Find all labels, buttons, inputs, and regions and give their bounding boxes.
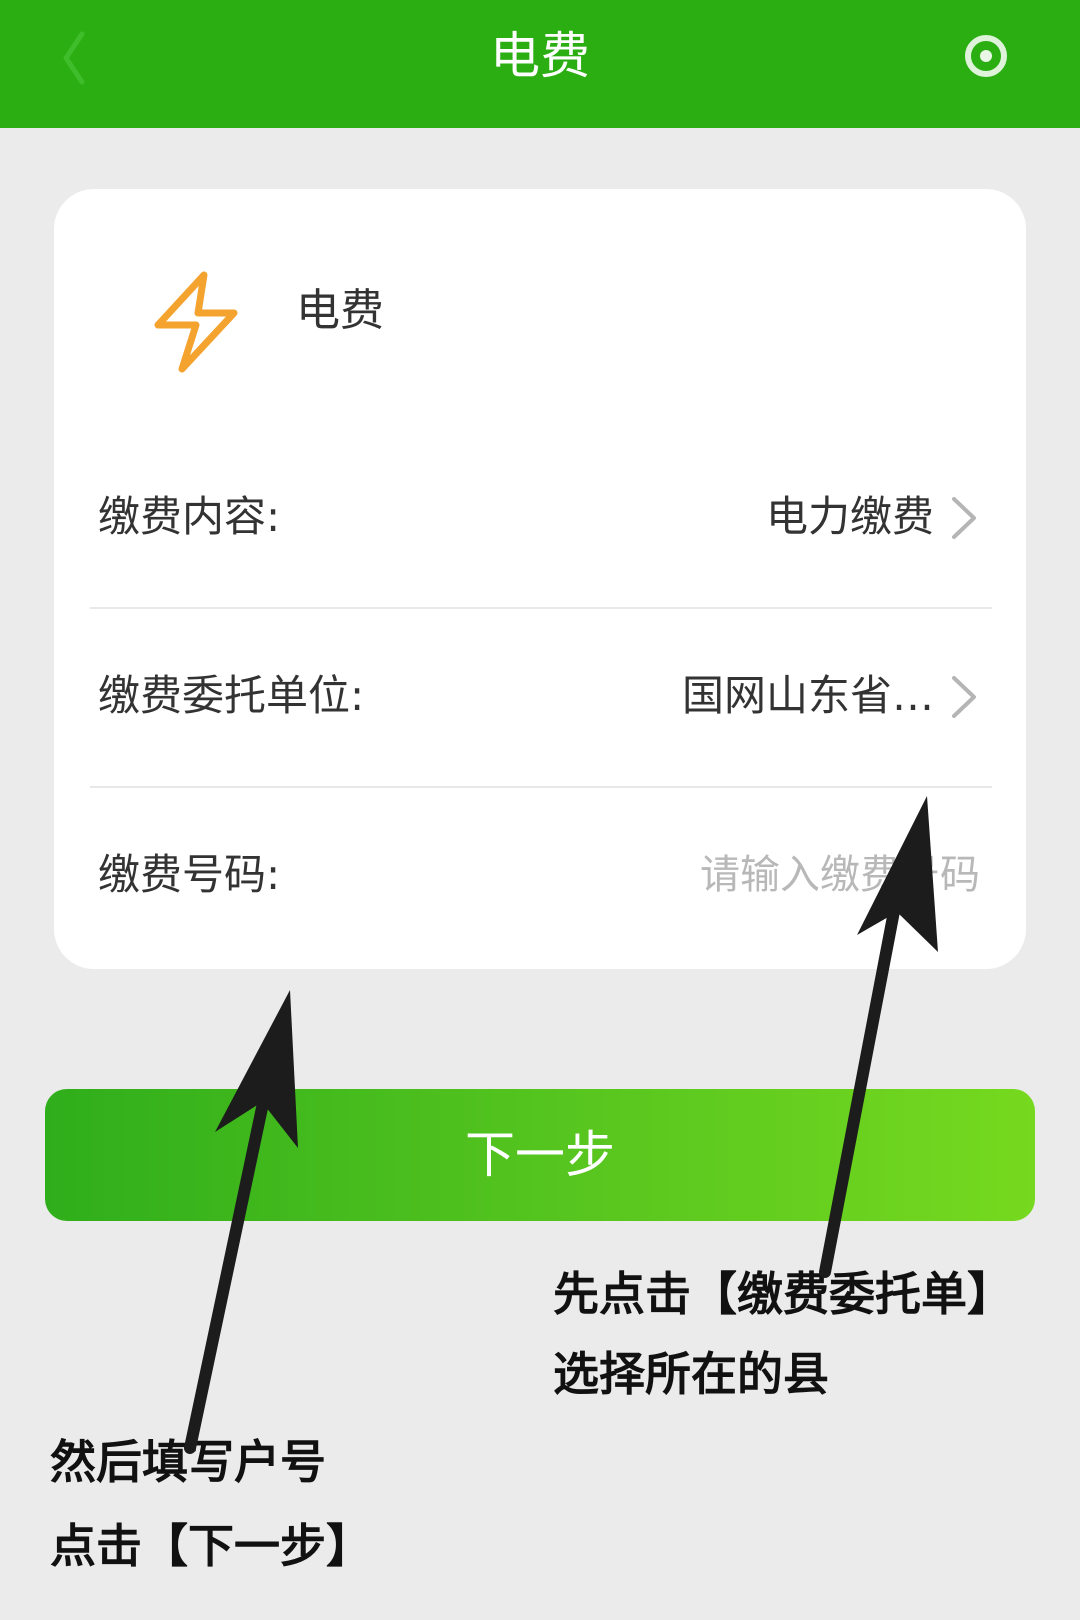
top-bar: 电费 xyxy=(0,0,1080,128)
divider xyxy=(90,786,992,788)
payment-unit-value: 国网山东省… xyxy=(681,671,934,720)
chevron-right-icon xyxy=(952,497,976,539)
divider xyxy=(90,607,992,609)
more-icon[interactable] xyxy=(958,20,1014,92)
payment-unit-row[interactable]: 缴费委托单位: 国网山东省… xyxy=(90,646,992,746)
payment-unit-label: 缴费委托单位: xyxy=(98,671,365,720)
payment-content-row[interactable]: 缴费内容: 电力缴费 xyxy=(90,467,992,567)
annotation-left-line-1: 然后填写户号 xyxy=(50,1435,326,1489)
chevron-right-icon xyxy=(952,676,976,718)
page-title: 电费 xyxy=(490,27,590,85)
payment-card: 电费 缴费内容: 电力缴费 缴费委托单位: 国网山东省… 缴费号码: 请输入缴费… xyxy=(54,189,1026,969)
next-step-button[interactable]: 下一步 xyxy=(45,1089,1035,1221)
annotation-right-line-1: 先点击【缴费委托单】 xyxy=(553,1267,1013,1321)
lightning-bolt-icon xyxy=(154,271,238,373)
card-title: 电费 xyxy=(296,285,384,336)
payment-number-label: 缴费号码: xyxy=(98,850,281,899)
annotation-right-line-2: 选择所在的县 xyxy=(553,1347,829,1401)
payment-number-row[interactable]: 缴费号码: 请输入缴费号码 xyxy=(90,825,992,925)
payment-number-input[interactable]: 请输入缴费号码 xyxy=(700,847,980,903)
payment-content-label: 缴费内容: xyxy=(98,492,281,541)
payment-content-value: 电力缴费 xyxy=(765,492,934,541)
annotation-left-line-2: 点击【下一步】 xyxy=(50,1519,372,1573)
